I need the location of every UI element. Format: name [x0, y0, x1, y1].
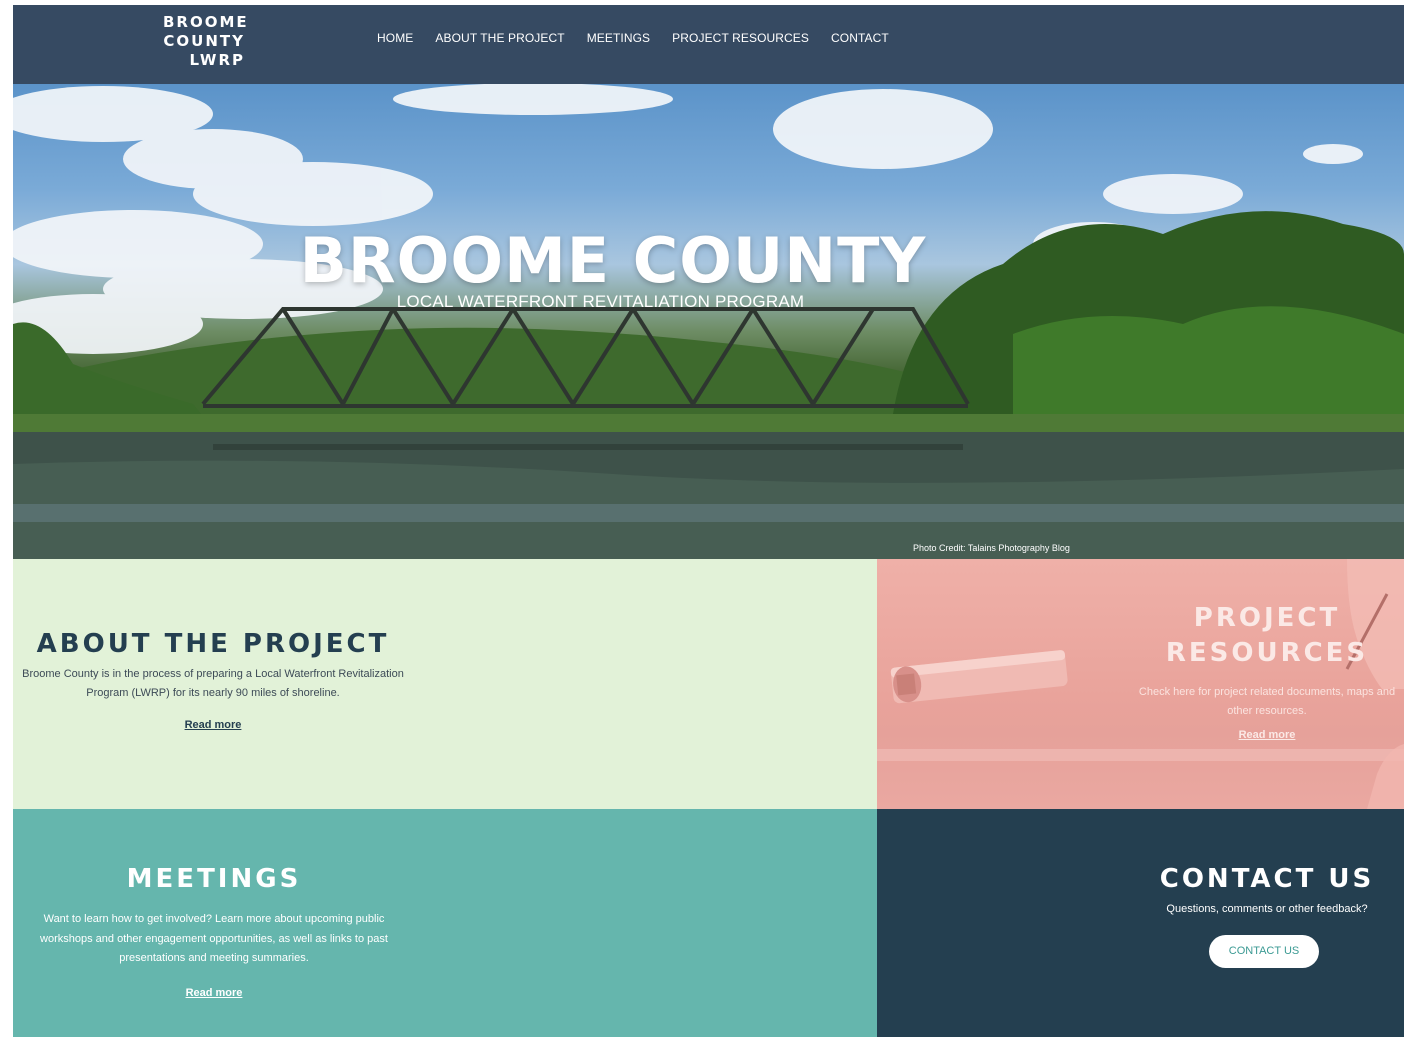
hero-title: BROOME COUNTY: [299, 224, 927, 297]
hero-subtitle: LOCAL WATERFRONT REVITALIATION PROGRAM: [396, 292, 805, 311]
photo-credit: Photo Credit: Talains Photography Blog: [913, 543, 1070, 553]
resources-text: Check here for project related documents…: [1138, 686, 1396, 717]
logo-line-3: LWRP: [189, 51, 245, 69]
resources-read-more-link[interactable]: Read more: [1142, 729, 1392, 741]
main-nav: HOME ABOUT THE PROJECT MEETINGS PROJECT …: [377, 31, 911, 45]
about-section: ABOUT THE PROJECT Broome County is in th…: [13, 559, 877, 809]
meetings-read-more-link[interactable]: Read more: [13, 987, 415, 999]
nav-resources[interactable]: PROJECT RESOURCES: [672, 31, 809, 45]
contact-title: CONTACT US: [1159, 864, 1375, 894]
logo-line-1: BROOME: [163, 13, 249, 31]
site-header: BROOME COUNTY LWRP HOME ABOUT THE PROJEC…: [13, 5, 1404, 84]
site-logo[interactable]: BROOME COUNTY LWRP: [163, 13, 249, 70]
resources-title: PROJECT RESOURCES: [1165, 603, 1369, 668]
nav-contact[interactable]: CONTACT: [831, 31, 889, 45]
resources-section: PROJECT RESOURCES Check here for project…: [877, 559, 1404, 809]
meetings-title: MEETINGS: [126, 864, 302, 894]
contact-section: CONTACT US Questions, comments or other …: [877, 809, 1404, 1037]
about-title: ABOUT THE PROJECT: [36, 629, 390, 659]
about-read-more-link[interactable]: Read more: [13, 719, 413, 731]
nav-about[interactable]: ABOUT THE PROJECT: [435, 31, 564, 45]
logo-line-2: COUNTY: [163, 32, 245, 50]
about-text: Broome County is in the process of prepa…: [22, 668, 404, 699]
nav-home[interactable]: HOME: [377, 31, 413, 45]
meetings-section: MEETINGS Want to learn how to get involv…: [13, 809, 877, 1037]
contact-us-button[interactable]: CONTACT US: [1209, 935, 1319, 968]
hero-photo: [13, 84, 1404, 559]
hero-banner: BROOME COUNTY LOCAL WATERFRONT REVITALIA…: [13, 84, 1404, 559]
page: BROOME COUNTY LWRP HOME ABOUT THE PROJEC…: [13, 5, 1404, 1037]
nav-meetings[interactable]: MEETINGS: [587, 31, 650, 45]
contact-text: Questions, comments or other feedback?: [1166, 903, 1368, 915]
meetings-text: Want to learn how to get involved? Learn…: [40, 913, 388, 964]
